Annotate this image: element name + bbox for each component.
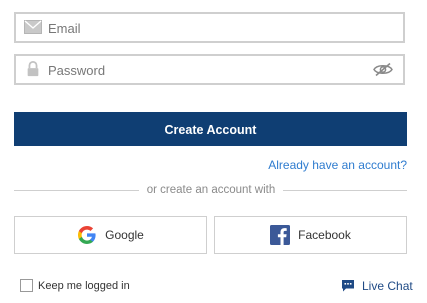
envelope-icon [24, 20, 42, 34]
facebook-logo-icon [270, 225, 291, 245]
google-label: Google [105, 228, 144, 242]
password-field[interactable] [14, 54, 405, 85]
chat-bubble-icon [342, 280, 354, 292]
password-input[interactable] [48, 59, 368, 81]
signin-link[interactable]: Already have an account? [268, 158, 407, 172]
live-chat-label: Live Chat [362, 279, 413, 293]
facebook-button[interactable]: Facebook [214, 216, 407, 254]
eye-off-icon[interactable] [373, 62, 393, 77]
keep-logged-checkbox[interactable] [20, 279, 33, 292]
lock-icon [27, 61, 39, 77]
google-logo-icon [78, 226, 96, 244]
keep-logged-label[interactable]: Keep me logged in [38, 280, 130, 292]
facebook-label: Facebook [298, 228, 351, 242]
create-account-button[interactable]: Create Account [14, 112, 407, 146]
divider-left [14, 190, 139, 191]
divider-right [283, 190, 407, 191]
divider-text: or create an account with [146, 184, 276, 196]
email-field[interactable] [14, 12, 405, 43]
email-input[interactable] [48, 17, 368, 39]
google-button[interactable]: Google [14, 216, 207, 254]
live-chat-button[interactable]: Live Chat [341, 279, 413, 293]
